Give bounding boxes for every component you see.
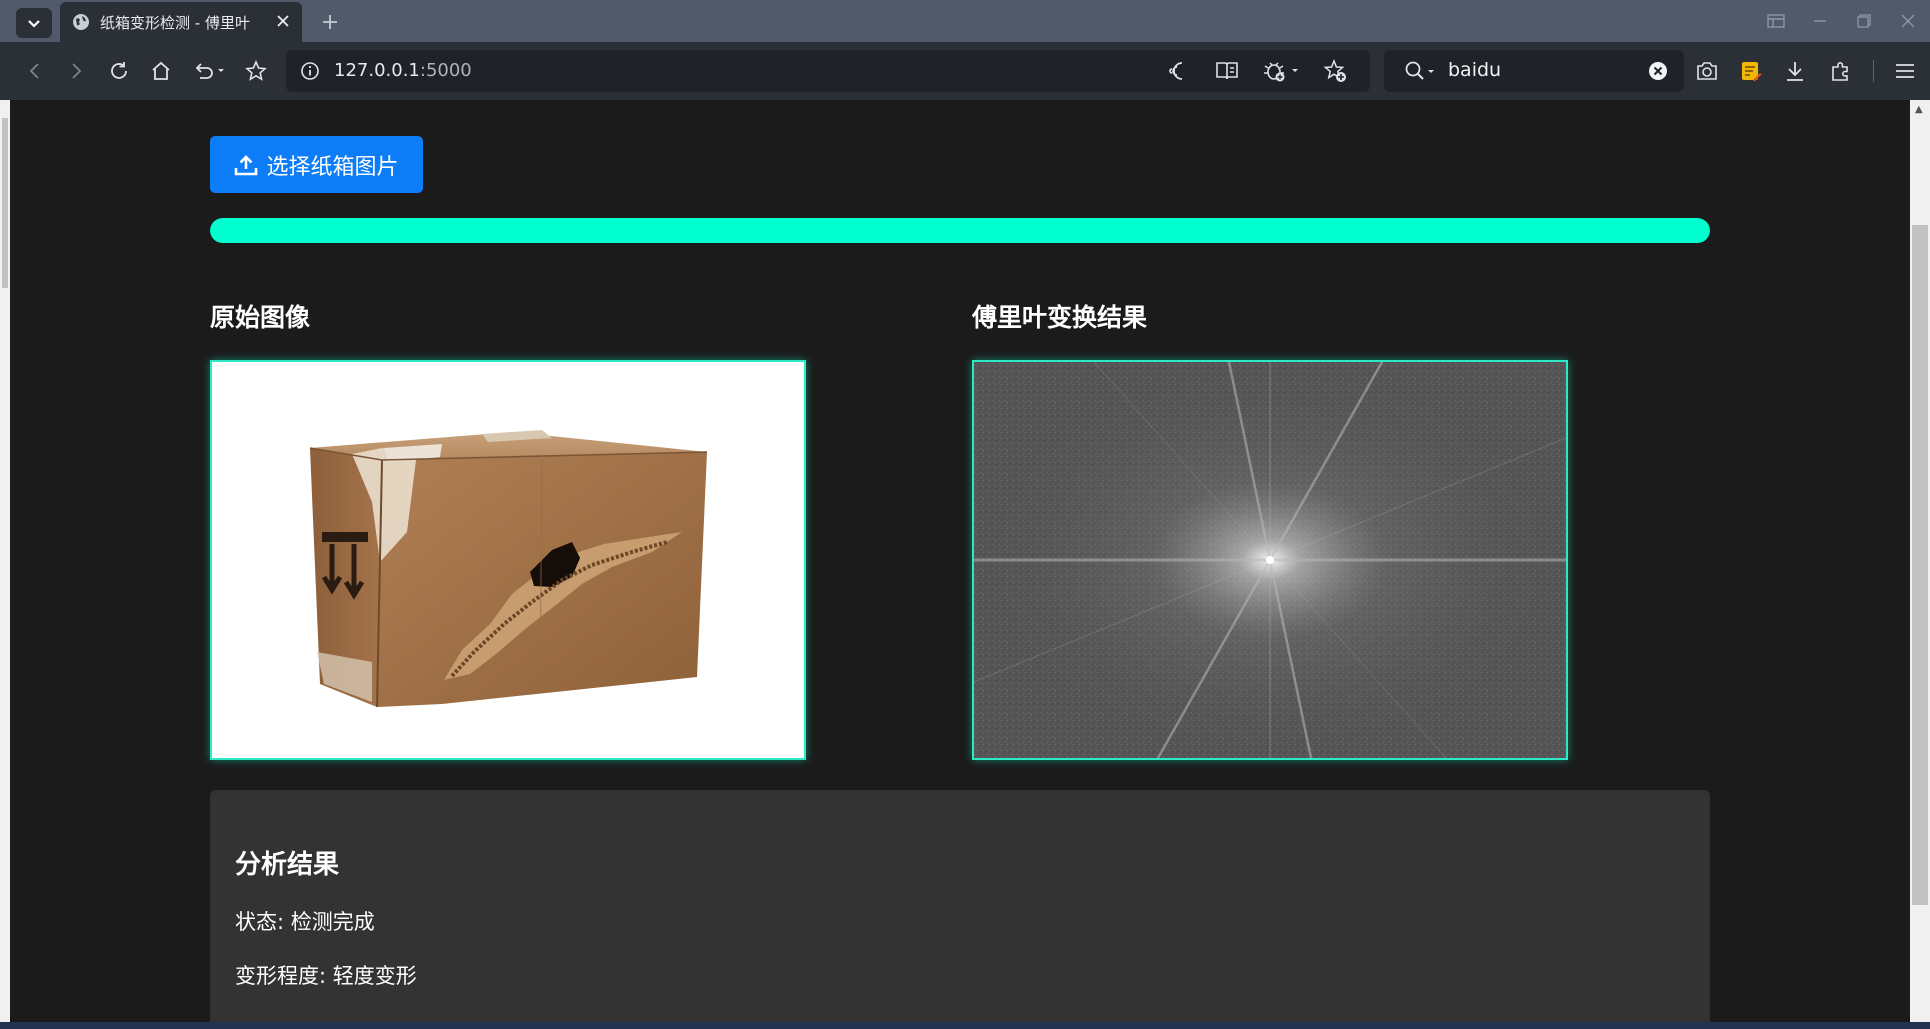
window-controls [1754,0,1930,42]
reload-icon [111,62,127,79]
minimize-button[interactable] [1798,0,1842,42]
left-scrollbar-thumb[interactable] [2,118,8,288]
fft-spectrum-visual [974,362,1566,758]
progress-bar [210,218,1710,243]
scroll-up-arrow[interactable]: ▲ [1915,104,1923,115]
search-input[interactable]: baidu [1448,59,1501,81]
upload-button-label: 选择纸箱图片 [266,154,399,180]
forward-icon [72,63,82,79]
reader-mode-icon[interactable] [1214,58,1240,84]
extensions-icon [1832,62,1848,81]
globe-icon [73,14,89,30]
extensions-button[interactable] [1828,58,1854,84]
original-image-title: 原始图像 [210,303,311,332]
deformation-degree-text: 变形程度: 轻度变形 [235,964,417,988]
address-bar[interactable]: 127.0.0.1:5000 [286,50,1370,92]
favorite-add-icon[interactable] [1322,58,1348,84]
tab-bar: 纸箱变形检测 - 傅里叶 [0,0,1930,42]
back-button[interactable] [22,58,48,84]
upload-button[interactable]: 选择纸箱图片 [210,136,423,193]
toolbar-divider [1873,60,1874,82]
tab-title: 纸箱变形检测 - 傅里叶 [100,13,250,32]
cardboard-box-image [309,430,708,708]
screenshot-icon [1697,62,1717,80]
bookmark-button[interactable] [243,58,269,84]
clear-icon[interactable] [1648,61,1668,81]
status-text: 状态: 检测完成 [235,910,375,934]
home-icon [152,61,170,80]
screenshot-button[interactable] [1694,58,1720,84]
download-icon [1787,62,1803,81]
bookmark-star-icon [245,60,267,81]
url-port: :5000 [419,60,472,81]
search-box[interactable]: baidu [1384,50,1684,92]
home-button[interactable] [148,58,174,84]
right-scrollbar[interactable]: ▲ [1910,100,1930,1022]
progress-fill [210,218,1710,243]
analysis-title: 分析结果 [235,850,340,880]
notes-button[interactable] [1738,58,1764,84]
original-image [210,360,806,760]
forward-button[interactable] [63,58,89,84]
left-scrollbar[interactable] [0,100,10,1022]
notes-icon [1742,62,1762,82]
analysis-panel: 分析结果 状态: 检测完成 变形程度: 轻度变形 [210,790,1710,1022]
back-icon [29,63,39,79]
fft-result-title: 傅里叶变换结果 [972,303,1148,332]
menu-button[interactable] [1892,58,1918,84]
download-button[interactable] [1782,58,1808,84]
close-icon[interactable] [274,12,292,30]
upload-icon [235,154,258,175]
url-text[interactable]: 127.0.0.1:5000 [334,60,472,81]
info-icon[interactable] [300,61,320,81]
browser-tab[interactable]: 纸箱变形检测 - 傅里叶 [60,2,302,42]
sidebar-layout-button[interactable] [1754,0,1798,42]
fft-spectrum-image [972,360,1568,760]
page-content: 选择纸箱图片 原始图像 傅里叶变换结果 分析结果 状态: 检测完成 变形程度: … [10,100,1910,1022]
search-icon[interactable] [1404,60,1436,82]
undo-icon [195,63,224,79]
taskbar-edge [0,1022,1930,1029]
new-tab-icon[interactable] [318,10,342,34]
tab-list-icon [28,20,40,28]
read-aloud-icon[interactable] [1166,58,1192,84]
reload-button[interactable] [106,58,132,84]
right-scrollbar-thumb[interactable] [1912,225,1928,905]
bug-icon[interactable] [1262,58,1302,84]
url-host: 127.0.0.1 [334,60,420,81]
tab-list-button[interactable] [16,8,52,38]
restore-button[interactable] [1842,0,1886,42]
menu-icon [1896,64,1914,78]
undo-close-button[interactable] [190,58,230,84]
navigation-bar: 127.0.0.1:5000 baidu [0,42,1930,100]
window-close-button[interactable] [1886,0,1930,42]
